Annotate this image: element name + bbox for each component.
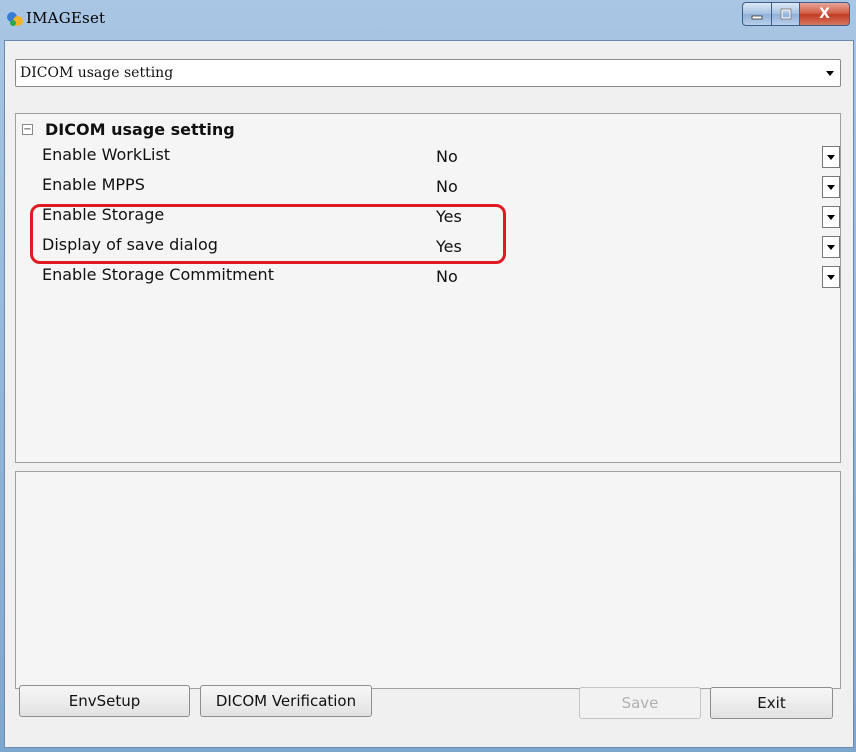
title-bar[interactable]: IMAGEset X [0,0,856,40]
chevron-down-icon[interactable] [826,71,834,76]
property-row[interactable]: Enable WorkList No [16,140,840,170]
app-window: IMAGEset X DICOM usage setting − DICOM u… [0,0,856,752]
close-icon: X [819,6,830,22]
category-header[interactable]: − DICOM usage setting [16,118,840,140]
property-row[interactable]: Enable MPPS No [16,170,840,200]
category-select-value: DICOM usage setting [20,65,174,81]
window-controls: X [742,2,850,26]
dropdown-button[interactable] [822,236,840,258]
property-value[interactable]: No [436,147,458,166]
exit-button[interactable]: Exit [710,687,833,719]
property-value[interactable]: No [436,177,458,196]
property-row[interactable]: Enable Storage Commitment No [16,260,840,290]
envsetup-button[interactable]: EnvSetup [19,685,190,717]
property-row[interactable]: Enable Storage Yes [16,200,840,230]
window-title: IMAGEset [26,9,106,27]
property-name: Display of save dialog [42,235,218,254]
property-name: Enable MPPS [42,175,145,194]
property-value[interactable]: Yes [436,207,462,226]
client-area: DICOM usage setting − DICOM usage settin… [4,40,854,748]
category-select[interactable]: DICOM usage setting [15,59,841,87]
save-button[interactable]: Save [579,687,701,719]
property-name: Enable WorkList [42,145,171,164]
maximize-button[interactable] [772,2,800,26]
property-name: Enable Storage Commitment [42,265,274,284]
minimize-icon [751,15,763,20]
property-value[interactable]: No [436,267,458,286]
dropdown-button[interactable] [822,206,840,228]
dropdown-button[interactable] [822,266,840,288]
property-grid: − DICOM usage setting Enable WorkList No… [15,113,841,463]
minimize-button[interactable] [742,2,772,26]
property-row[interactable]: Display of save dialog Yes [16,230,840,260]
property-name: Enable Storage [42,205,165,224]
dicom-verification-button[interactable]: DICOM Verification [200,685,372,717]
dropdown-button[interactable] [822,146,840,168]
dropdown-button[interactable] [822,176,840,198]
maximize-icon [780,8,791,20]
close-button[interactable]: X [800,2,850,26]
collapse-icon[interactable]: − [22,123,33,135]
category-label: DICOM usage setting [45,119,235,139]
property-value[interactable]: Yes [436,237,462,256]
description-panel [15,471,841,689]
app-icon [7,12,23,26]
